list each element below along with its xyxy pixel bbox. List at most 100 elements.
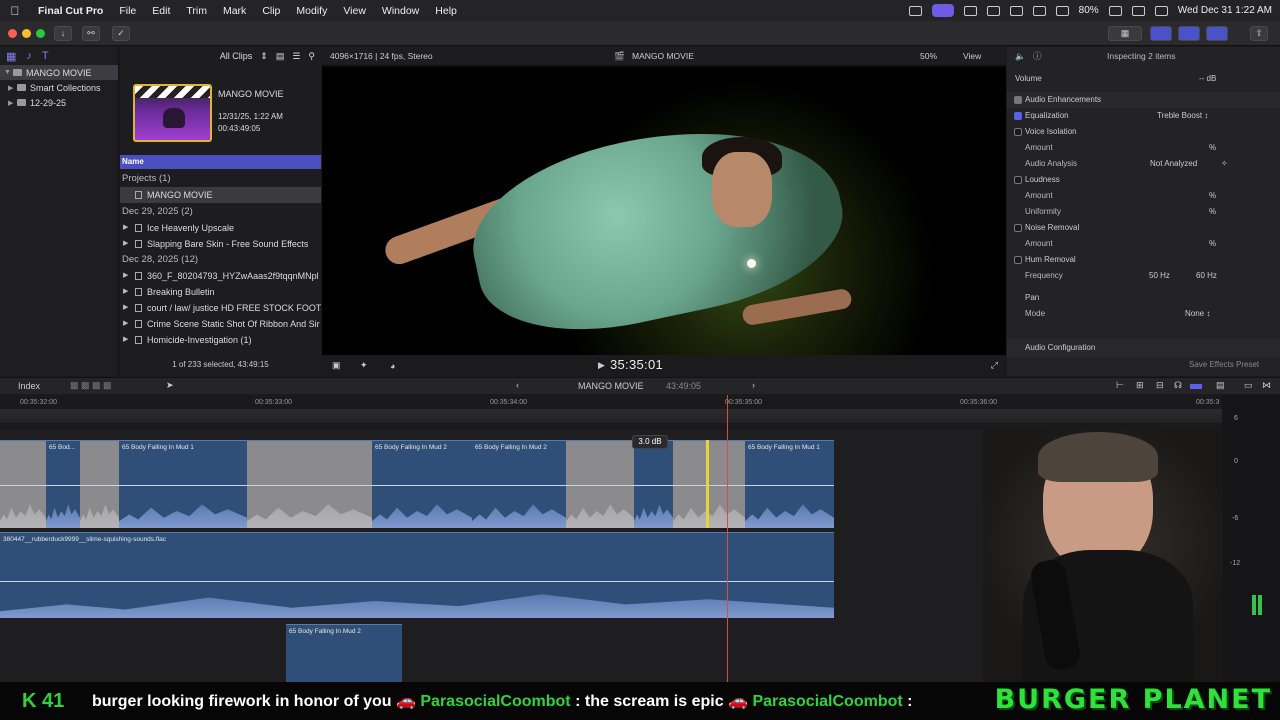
- library-item-event[interactable]: ▶ 12-29-25: [0, 95, 118, 110]
- disclosure-icon[interactable]: ▶: [123, 268, 128, 284]
- battery-icon[interactable]: [1108, 5, 1122, 16]
- hum-removal-checkbox[interactable]: [1014, 256, 1022, 264]
- timeline-clip-lower[interactable]: 65 Body Falling In Mud 2: [286, 624, 402, 682]
- titles-tab-icon[interactable]: T: [42, 50, 49, 62]
- amount-value[interactable]: %: [1209, 140, 1216, 156]
- timeline-project-name[interactable]: MANGO MOVIE: [578, 381, 644, 391]
- clip-appearance-icon[interactable]: ⊢: [1116, 380, 1124, 391]
- frequency-50hz-option[interactable]: 50 Hz: [1149, 268, 1170, 284]
- uniformity-value[interactable]: %: [1209, 204, 1216, 220]
- view-menu[interactable]: View: [963, 51, 981, 61]
- project-thumbnail[interactable]: [133, 84, 212, 142]
- background-tasks-icon[interactable]: ✓: [112, 26, 130, 41]
- amount-value[interactable]: %: [1209, 236, 1216, 252]
- disclosure-icon[interactable]: ▶: [123, 332, 128, 348]
- menu-mark[interactable]: Mark: [215, 5, 254, 17]
- audio-configuration-row[interactable]: Audio Configuration: [1007, 339, 1280, 357]
- voice-isolation-checkbox[interactable]: [1014, 128, 1022, 136]
- browser-row[interactable]: ▶ Ice Heavenly Upscale: [120, 220, 321, 236]
- photos-tab-icon[interactable]: ♪: [26, 50, 32, 62]
- video-frame[interactable]: [322, 67, 1006, 355]
- minimize-window-button[interactable]: [22, 29, 31, 38]
- loudness-checkbox[interactable]: [1014, 176, 1022, 184]
- volume-line[interactable]: [119, 485, 247, 486]
- equalization-preset-select[interactable]: Treble Boost ↕: [1157, 108, 1208, 124]
- timeline-clip[interactable]: [566, 440, 634, 528]
- creative-cloud-icon[interactable]: [908, 5, 922, 16]
- play-button-icon[interactable]: ▶: [598, 360, 605, 371]
- disclosure-icon[interactable]: ▶: [123, 236, 128, 252]
- pan-mode-select[interactable]: None ↕: [1185, 306, 1210, 322]
- speed-tool-icon[interactable]: ◕: [390, 361, 395, 371]
- fullscreen-icon[interactable]: ⤢: [991, 360, 998, 371]
- menu-file[interactable]: File: [111, 5, 144, 17]
- save-effects-preset-button[interactable]: Save Effects Preset: [1189, 357, 1259, 373]
- amount-value[interactable]: %: [1209, 188, 1216, 204]
- control-center-icon[interactable]: [1154, 5, 1168, 16]
- import-icon[interactable]: ↓: [54, 26, 72, 41]
- frequency-60hz-option[interactable]: 60 Hz: [1196, 268, 1217, 284]
- libraries-tab-icon[interactable]: ▦: [6, 50, 16, 63]
- clock[interactable]: Wed Dec 31 1:22 AM: [1178, 5, 1272, 16]
- timeline-clip[interactable]: [0, 440, 46, 528]
- timeline-index-button[interactable]: Index: [18, 381, 40, 391]
- effects-browser-icon[interactable]: ▭: [1244, 380, 1253, 391]
- library-item-smart-collections[interactable]: ▶ Smart Collections: [0, 80, 118, 95]
- volume-line[interactable]: [634, 485, 673, 486]
- menu-window[interactable]: Window: [374, 5, 427, 17]
- audio-inspector-tab-icon[interactable]: 🔈: [1015, 51, 1026, 62]
- browser-row[interactable]: ▶ 360_F_80204793_HYZwAaas2f9tqqnMNpl: [120, 268, 321, 284]
- volume-line[interactable]: [673, 485, 745, 486]
- zoom-dropdown[interactable]: 50%: [920, 51, 937, 61]
- equalization-checkbox[interactable]: [1014, 112, 1022, 120]
- volume-line[interactable]: [46, 485, 80, 486]
- show-inspector-icon[interactable]: [1206, 26, 1228, 41]
- show-timeline-icon[interactable]: [1178, 26, 1200, 41]
- menu-modify[interactable]: Modify: [288, 5, 335, 17]
- search-icon[interactable]: ⚲: [308, 51, 315, 62]
- play-icon[interactable]: [986, 5, 1000, 16]
- timeline-clip-long[interactable]: 380447__rubberduck9999__slime-squishing-…: [0, 532, 834, 618]
- menu-app-name[interactable]: Final Cut Pro: [30, 5, 111, 17]
- disclosure-icon[interactable]: ▶: [123, 316, 128, 332]
- pan-row[interactable]: Pan: [1007, 290, 1280, 306]
- name-column-header[interactable]: Name: [120, 155, 321, 169]
- menu-trim[interactable]: Trim: [178, 5, 215, 17]
- volume-line[interactable]: [80, 485, 119, 486]
- timeline-clip[interactable]: [673, 440, 745, 528]
- timeline-clip[interactable]: 65 Body Falling In Mud 2: [372, 440, 472, 528]
- info-inspector-tab-icon[interactable]: ⓘ: [1033, 50, 1042, 62]
- select-tool-icon[interactable]: ➤: [166, 380, 174, 391]
- group-header-dec-29[interactable]: Dec 29, 2025 (2): [120, 204, 321, 220]
- stage-manager-icon[interactable]: [931, 4, 954, 17]
- volume-line[interactable]: [0, 485, 46, 486]
- timeline-clip[interactable]: [634, 440, 673, 528]
- browser-row[interactable]: ▶ Breaking Bulletin: [120, 284, 321, 300]
- volume-icon[interactable]: [1009, 5, 1023, 16]
- timeline-clip[interactable]: 65 Body Falling In Mud 1: [745, 440, 834, 528]
- globe-icon[interactable]: [963, 5, 977, 16]
- group-header-dec-28[interactable]: Dec 28, 2025 (12): [120, 252, 321, 268]
- wifi-icon[interactable]: [1055, 5, 1069, 16]
- playhead[interactable]: [727, 395, 728, 682]
- timeline-clip[interactable]: [80, 440, 119, 528]
- volume-line[interactable]: [247, 485, 372, 486]
- timeline-clip[interactable]: [247, 440, 372, 528]
- share-icon[interactable]: ⇧: [1250, 26, 1268, 41]
- show-browser-icon[interactable]: [1150, 26, 1172, 41]
- search-icon[interactable]: [1131, 5, 1145, 16]
- analyze-icon[interactable]: ✧: [1221, 156, 1228, 172]
- browser-row[interactable]: ▶ Crime Scene Static Shot Of Ribbon And S…: [120, 316, 321, 332]
- menu-clip[interactable]: Clip: [254, 5, 288, 17]
- volume-value[interactable]: -- dB: [1199, 71, 1216, 87]
- volume-line[interactable]: [745, 485, 834, 486]
- browser-row[interactable]: ▶ Slapping Bare Skin - Free Sound Effects: [120, 236, 321, 252]
- zoom-window-button[interactable]: [36, 29, 45, 38]
- timeline-clip[interactable]: 65 Body Falling In Mud 1: [119, 440, 247, 528]
- transform-tool-icon[interactable]: ▣: [332, 360, 341, 371]
- snapping-icon[interactable]: ⊟: [1156, 380, 1164, 391]
- audio-enhancements-header[interactable]: Audio Enhancements: [1007, 92, 1280, 108]
- volume-line[interactable]: [372, 485, 472, 486]
- timecode-display[interactable]: 35:35:01: [610, 357, 663, 372]
- noise-removal-checkbox[interactable]: [1014, 224, 1022, 232]
